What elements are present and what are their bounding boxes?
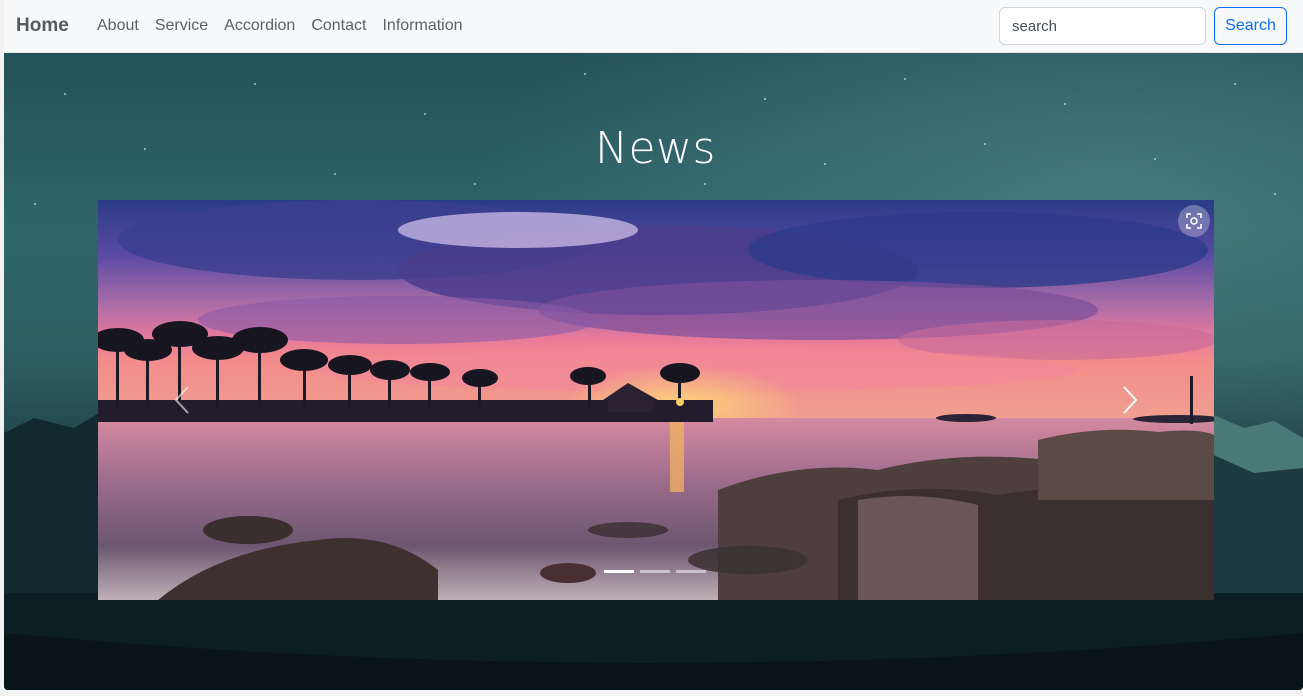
carousel-slide-image bbox=[98, 200, 1214, 600]
navbar: Home About Service Accordion Contact Inf… bbox=[4, 0, 1303, 53]
search-input[interactable] bbox=[999, 7, 1206, 45]
visual-search-icon bbox=[1186, 213, 1202, 229]
chevron-right-icon bbox=[1123, 386, 1138, 414]
nav-link-about[interactable]: About bbox=[97, 17, 139, 35]
nav-link-information[interactable]: Information bbox=[382, 17, 462, 35]
carousel-prev-button[interactable] bbox=[162, 380, 202, 420]
carousel-next-button[interactable] bbox=[1110, 380, 1150, 420]
hero-section: News bbox=[4, 53, 1303, 690]
brand-home-link[interactable]: Home bbox=[16, 15, 69, 37]
carousel-indicators bbox=[604, 570, 706, 573]
carousel-indicator-2[interactable] bbox=[640, 570, 670, 573]
visual-search-button[interactable] bbox=[1178, 205, 1210, 237]
nav-link-accordion[interactable]: Accordion bbox=[224, 17, 295, 35]
nav-link-service[interactable]: Service bbox=[155, 17, 208, 35]
news-carousel[interactable] bbox=[98, 200, 1214, 600]
nav-link-contact[interactable]: Contact bbox=[311, 17, 366, 35]
page: Home About Service Accordion Contact Inf… bbox=[0, 0, 1303, 696]
carousel-indicator-3[interactable] bbox=[676, 570, 706, 573]
nav-links: About Service Accordion Contact Informat… bbox=[97, 17, 479, 35]
chevron-left-icon bbox=[174, 386, 189, 414]
search-button[interactable]: Search bbox=[1214, 7, 1287, 45]
carousel-indicator-1[interactable] bbox=[604, 570, 634, 573]
page-title: News bbox=[595, 123, 716, 174]
